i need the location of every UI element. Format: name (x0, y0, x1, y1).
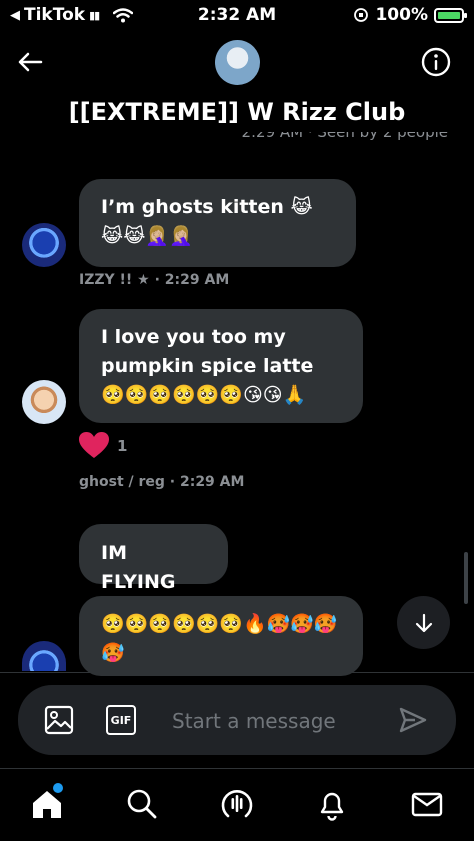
image-icon[interactable] (44, 705, 74, 735)
message-reaction[interactable]: 1 (79, 432, 127, 459)
heart-icon (79, 432, 109, 458)
sender-avatar-izzy[interactable] (22, 641, 66, 671)
tab-spaces[interactable] (219, 786, 255, 822)
search-icon (127, 789, 157, 819)
message-text: I’m ghosts kitten 😹😹😹🤦🏼‍♀️🤦🏼‍♀️ (101, 196, 313, 247)
gif-icon[interactable]: GIF (106, 705, 136, 735)
message-bubble[interactable]: I’m ghosts kitten 😹😹😹🤦🏼‍♀️🤦🏼‍♀️ (79, 179, 356, 267)
tab-notifications[interactable] (314, 786, 350, 822)
tab-search[interactable] (124, 786, 160, 822)
sender-avatar-izzy[interactable] (22, 223, 66, 267)
orientation-lock-icon (354, 8, 369, 22)
spaces-icon (221, 789, 253, 818)
battery-percent: 100% (375, 5, 428, 25)
arrow-down-icon (415, 613, 432, 632)
info-icon[interactable] (420, 46, 452, 78)
battery-icon (434, 7, 467, 23)
message-bubble[interactable]: IM FLYING (79, 524, 228, 593)
messages-icon (411, 792, 443, 817)
bottom-tab-bar (0, 770, 474, 841)
send-icon[interactable] (398, 705, 428, 735)
message-text: 🥺🥺🥺🥺🥺🥺🔥🥵🥵🥵🥵 (101, 613, 338, 664)
composer-divider (0, 672, 474, 673)
notifications-icon (320, 792, 344, 821)
scrollbar[interactable] (464, 552, 468, 604)
message-meta: ghost / reg · 2:29 AM (79, 474, 245, 490)
seen-receipt: 2:29 AM · Seen by 2 people (0, 132, 474, 144)
group-avatar[interactable] (215, 40, 260, 85)
message-text: I love you too my pumpkin spice latte 🥺🥺… (101, 326, 314, 406)
message-text: IM FLYING (101, 542, 176, 593)
sender-avatar-ghost[interactable] (22, 380, 66, 424)
reaction-count: 1 (117, 436, 128, 455)
tab-home[interactable] (29, 783, 65, 822)
message-meta: IZZY !! ★ · 2:29 AM (79, 272, 230, 288)
gif-label: GIF (110, 713, 132, 727)
scroll-to-bottom-button[interactable] (397, 596, 450, 649)
message-composer: GIF (18, 685, 456, 755)
conversation-header: [[EXTREME]] W Rizz Club (0, 32, 474, 132)
tabbar-divider (0, 768, 474, 769)
message-input[interactable] (170, 703, 384, 739)
message-bubble[interactable]: 🥺🥺🥺🥺🥺🥺🔥🥵🥵🥵🥵 (79, 596, 363, 676)
status-right: 100% (353, 5, 467, 25)
conversation-title: [[EXTREME]] W Rizz Club (68, 98, 406, 126)
status-bar: ◀ TikTok ▮▮ 2:32 AM 100% (0, 0, 474, 32)
seen-text: 2:29 AM · Seen by 2 people (241, 132, 448, 141)
arrow-left-icon[interactable] (14, 46, 46, 78)
notification-dot (53, 783, 63, 793)
tab-messages[interactable] (409, 786, 445, 822)
message-bubble[interactable]: I love you too my pumpkin spice latte 🥺🥺… (79, 309, 363, 423)
